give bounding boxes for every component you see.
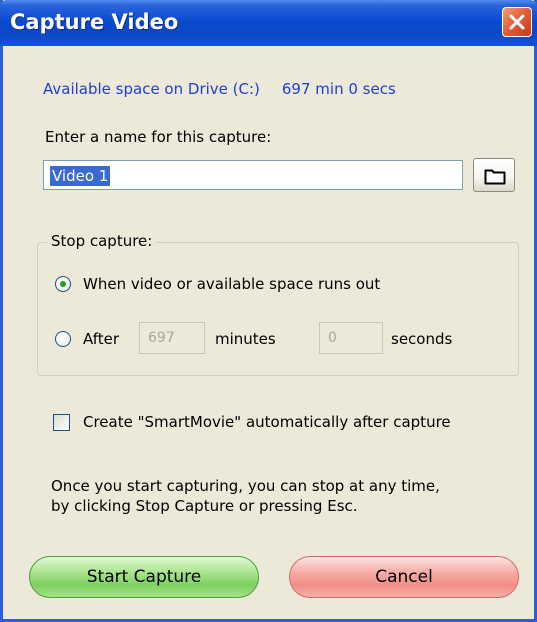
info-line-1: Once you start capturing, you can stop a… <box>51 477 440 495</box>
stop-capture-title: Stop capture: <box>47 232 157 250</box>
available-space-row: Available space on Drive (C:) 697 min 0 s… <box>43 80 396 98</box>
capture-video-dialog: Capture Video Available space on Drive (… <box>0 0 537 622</box>
info-line-2: by clicking Stop Capture or pressing Esc… <box>51 497 358 515</box>
minutes-input[interactable]: 697 <box>139 322 205 354</box>
title-bar[interactable]: Capture Video <box>0 0 537 46</box>
capture-name-label: Enter a name for this capture: <box>45 128 272 146</box>
capture-info-text: Once you start capturing, you can stop a… <box>51 476 511 516</box>
radio-selected-dot <box>60 281 66 287</box>
radio-after[interactable] <box>55 331 71 347</box>
smartmovie-label[interactable]: Create "SmartMovie" automatically after … <box>83 413 451 431</box>
available-space-value: 697 min 0 secs <box>281 80 396 98</box>
capture-name-value: Video 1 <box>50 166 111 186</box>
seconds-input[interactable]: 0 <box>319 322 383 354</box>
browse-folder-button[interactable] <box>473 158 515 192</box>
radio-runs-out[interactable] <box>55 276 71 292</box>
close-button[interactable] <box>502 7 532 37</box>
available-space-label: Available space on Drive (C:) <box>43 80 260 98</box>
window-title: Capture Video <box>10 10 179 34</box>
seconds-label: seconds <box>391 330 453 348</box>
cancel-button[interactable]: Cancel <box>289 556 519 598</box>
capture-name-input[interactable]: Video 1 <box>43 160 463 190</box>
radio-runs-out-label[interactable]: When video or available space runs out <box>83 275 380 293</box>
smartmovie-checkbox[interactable] <box>53 414 70 431</box>
radio-after-label[interactable]: After <box>83 330 119 348</box>
start-capture-button[interactable]: Start Capture <box>29 556 259 598</box>
stop-capture-group <box>37 242 519 376</box>
minutes-label: minutes <box>215 330 276 348</box>
